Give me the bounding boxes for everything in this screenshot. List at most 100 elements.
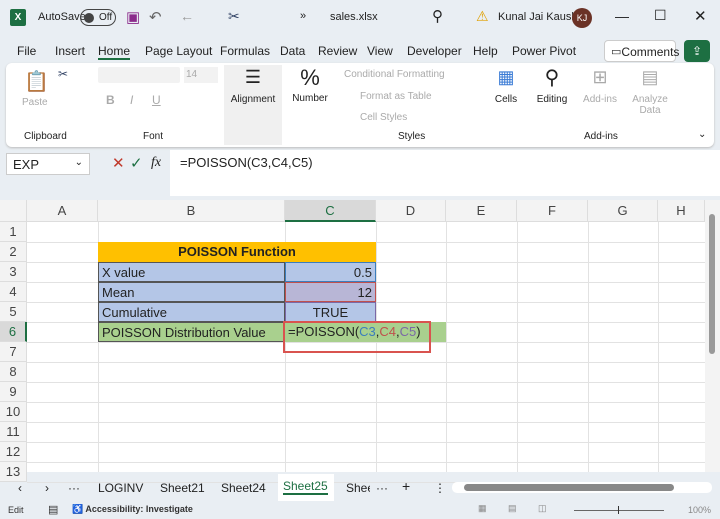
font-size-select[interactable]: 14 — [184, 67, 218, 83]
cell-c4[interactable]: 12 — [285, 282, 376, 302]
row-header-6[interactable]: 6 — [0, 322, 27, 342]
tab-view[interactable]: View — [367, 44, 393, 58]
row-header-9[interactable]: 9 — [0, 382, 27, 402]
row-header-7[interactable]: 7 — [0, 342, 27, 362]
formula-input[interactable]: =POISSON(C3,C4,C5) — [170, 150, 720, 196]
select-all-button[interactable] — [0, 200, 27, 222]
avatar[interactable]: KJ — [572, 8, 592, 28]
autosave-toggle[interactable]: Off — [80, 9, 116, 26]
column-header-g[interactable]: G — [588, 200, 658, 222]
options-icon[interactable]: ⋮ — [434, 481, 446, 495]
cells-button[interactable]: ▦ Cells — [488, 67, 524, 105]
font-name-select[interactable] — [98, 67, 180, 83]
sheet-tab-sheet21[interactable]: Sheet21 — [160, 481, 205, 495]
horizontal-scrollbar[interactable] — [452, 482, 712, 493]
cell-b5[interactable]: Cumulative — [98, 302, 285, 322]
column-header-h[interactable]: H — [658, 200, 705, 222]
enter-icon[interactable]: ✓ — [130, 154, 143, 172]
save-icon[interactable]: ▣ — [126, 8, 140, 26]
format-as-table-button[interactable]: Format as Table — [360, 91, 432, 102]
share-button[interactable]: ⇪ — [684, 40, 710, 62]
row-header-5[interactable]: 5 — [0, 302, 27, 322]
sheet-tab-partial[interactable]: Shee — [346, 481, 370, 495]
cancel-icon[interactable]: ✕ — [112, 154, 125, 172]
tab-power-pivot[interactable]: Power Pivot — [512, 44, 576, 58]
sheet-tab-sheet24[interactable]: Sheet24 — [221, 481, 266, 495]
insert-function-icon[interactable]: fx — [151, 155, 161, 171]
row-header-10[interactable]: 10 — [0, 402, 27, 422]
sheet-tab-loginv[interactable]: LOGINV — [98, 481, 143, 495]
conditional-formatting-button[interactable]: Conditional Formatting — [344, 69, 445, 80]
tab-data[interactable]: Data — [280, 44, 305, 58]
undo-icon[interactable]: ↶ — [149, 8, 162, 26]
maximize-icon[interactable]: ☐ — [654, 7, 667, 24]
accessibility-status[interactable]: ♿ Accessibility: Investigate — [72, 504, 193, 515]
editing-button[interactable]: ⚲ Editing — [532, 65, 572, 105]
row-header-3[interactable]: 3 — [0, 262, 27, 282]
close-icon[interactable]: ✕ — [694, 7, 707, 25]
worksheet-grid[interactable]: A B C D E F G H 1 2 3 4 5 6 7 8 9 10 11 12 13 POISSO… — [0, 200, 720, 483]
search-icon[interactable]: ⚲ — [432, 7, 443, 25]
underline-button[interactable]: U — [152, 93, 161, 107]
tab-developer[interactable]: Developer — [407, 44, 462, 58]
cell-b4[interactable]: Mean — [98, 282, 285, 302]
cell-b2[interactable]: POISSON Function — [98, 242, 376, 262]
column-header-e[interactable]: E — [446, 200, 517, 222]
tab-home[interactable]: Home — [98, 44, 131, 60]
tab-review[interactable]: Review — [318, 44, 357, 58]
bold-button[interactable]: B — [106, 93, 115, 107]
number-button[interactable]: % Number — [286, 65, 334, 104]
add-sheet-icon[interactable]: + — [402, 478, 410, 494]
row-header-12[interactable]: 12 — [0, 442, 27, 462]
zoom-slider-thumb[interactable] — [618, 506, 619, 514]
analyze-data-button[interactable]: ▤ Analyze Data — [628, 67, 672, 116]
cell-b3[interactable]: X value — [98, 262, 285, 282]
tab-help[interactable]: Help — [473, 44, 498, 58]
tab-file[interactable]: File — [17, 44, 36, 58]
page-layout-view-icon[interactable]: ▤ — [508, 503, 517, 514]
column-header-f[interactable]: F — [517, 200, 588, 222]
cell-c5[interactable]: TRUE — [285, 302, 376, 322]
cell-styles-button[interactable]: Cell Styles — [360, 112, 407, 123]
filename[interactable]: sales.xlsx — [330, 11, 378, 23]
alignment-button[interactable]: ☰ Alignment — [224, 65, 282, 145]
more-sheets-icon[interactable]: ··· — [68, 481, 80, 495]
prev-sheet-icon[interactable]: ‹ — [18, 481, 22, 495]
more-sheets-icon[interactable]: ··· — [376, 481, 388, 495]
row-header-11[interactable]: 11 — [0, 422, 27, 442]
row-header-1[interactable]: 1 — [0, 222, 27, 242]
more-commands-icon[interactable]: » — [300, 10, 306, 22]
column-header-b[interactable]: B — [98, 200, 285, 222]
sheet-tab-sheet25[interactable]: Sheet25 — [278, 474, 334, 501]
row-header-4[interactable]: 4 — [0, 282, 27, 302]
collapse-ribbon-icon[interactable]: ⌄ — [698, 129, 706, 140]
row-header-2[interactable]: 2 — [0, 242, 27, 262]
sheet-tab-bar: ‹ › ··· LOGINV Sheet21 Sheet24 Sheet25 S… — [0, 474, 720, 501]
name-box[interactable]: EXP ⌄ — [6, 153, 90, 175]
vertical-scrollbar[interactable] — [705, 200, 720, 472]
paste-button[interactable]: Paste — [22, 97, 48, 108]
redo-icon[interactable]: ← — [180, 8, 194, 24]
next-sheet-icon[interactable]: › — [45, 481, 49, 495]
zoom-slider[interactable] — [574, 510, 664, 511]
addins-button[interactable]: ⊞ Add-ins — [580, 67, 620, 105]
macro-icon[interactable]: ▤ — [48, 503, 58, 516]
cut-icon[interactable]: ✂ — [58, 67, 68, 81]
minimize-icon[interactable]: — — [615, 8, 629, 24]
tab-insert[interactable]: Insert — [55, 44, 85, 58]
cut-icon[interactable]: ✂ — [228, 8, 240, 25]
normal-view-icon[interactable]: ▦ — [478, 503, 487, 514]
clipboard-group-label: Clipboard — [24, 131, 67, 142]
row-header-8[interactable]: 8 — [0, 362, 27, 382]
zoom-level[interactable]: 100% — [688, 505, 711, 515]
italic-button[interactable]: I — [130, 93, 133, 107]
column-header-c[interactable]: C — [285, 200, 376, 222]
cell-b6[interactable]: POISSON Distribution Value — [98, 322, 285, 342]
tab-formulas[interactable]: Formulas — [220, 44, 270, 58]
page-break-view-icon[interactable]: ◫ — [538, 503, 547, 514]
comments-button[interactable]: ▭ Comments — [604, 40, 679, 62]
column-header-d[interactable]: D — [376, 200, 446, 222]
cell-c3[interactable]: 0.5 — [285, 262, 376, 282]
column-header-a[interactable]: A — [27, 200, 98, 222]
tab-page-layout[interactable]: Page Layout — [145, 44, 212, 58]
